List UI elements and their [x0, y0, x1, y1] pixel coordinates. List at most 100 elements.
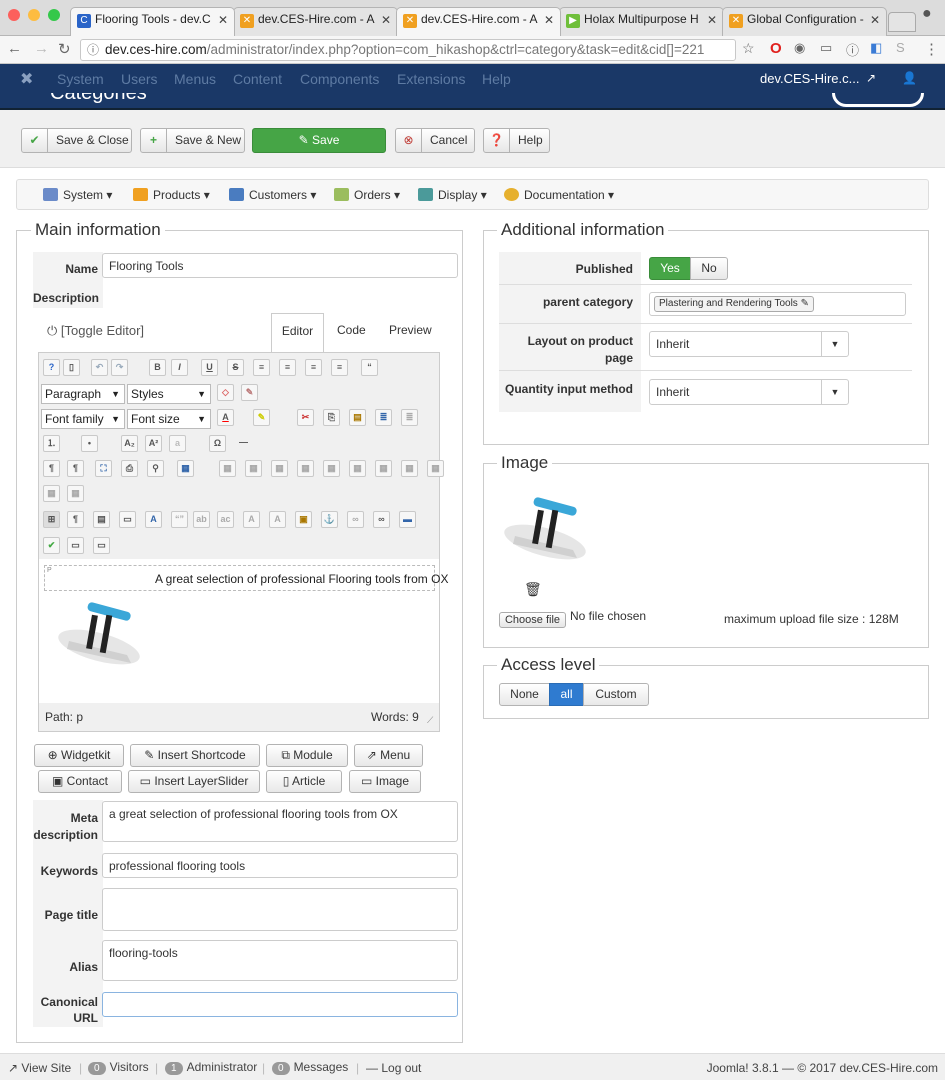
italic-icon[interactable]: I [171, 359, 188, 376]
view-site-link[interactable]: ↗ View Site [8, 1061, 71, 1075]
special-char-icon[interactable]: Ω [209, 435, 226, 452]
layer-icon[interactable]: ▭ [119, 511, 136, 528]
blockquote-icon[interactable]: “ [361, 359, 378, 376]
copy-icon[interactable]: ⎘ [323, 409, 340, 426]
hikamenu-display[interactable]: Display ▾ [418, 188, 487, 202]
tab-code[interactable]: Code [337, 323, 366, 337]
horizontal-rule-icon[interactable]: — [235, 435, 252, 452]
table-split-icon[interactable]: ▦ [427, 460, 444, 477]
insert-text-icon[interactable]: A [269, 511, 286, 528]
visitors-link[interactable]: 0 Visitors [88, 1060, 149, 1075]
access-none-button[interactable]: None [499, 683, 550, 706]
quantity-input-select[interactable]: Inherit ▼ [649, 379, 849, 405]
article-button[interactable]: ▯ Article [266, 770, 342, 793]
text-color-icon[interactable]: A [217, 409, 234, 426]
align-left-icon[interactable]: ≡ [253, 359, 270, 376]
paste-word-icon[interactable]: ≣ [401, 409, 418, 426]
tab-close-icon[interactable]: ✕ [870, 13, 880, 27]
bookmark-star-icon[interactable]: ☆ [742, 40, 755, 57]
unlink-icon[interactable]: ∞ [347, 511, 364, 528]
pencil-icon[interactable]: ✎ [801, 298, 809, 309]
table-icon[interactable]: ▦ [177, 460, 194, 477]
rtl-icon[interactable]: ¶ [67, 460, 84, 477]
keywords-input[interactable]: professional flooring tools [102, 853, 458, 878]
parent-category-tag[interactable]: Plastering and Rendering Tools ✎ [654, 296, 814, 312]
pagebreak-icon[interactable]: ▭ [67, 537, 84, 554]
browser-tab-5[interactable]: ✕ Global Configuration - ✕ [722, 7, 887, 36]
maximize-window-icon[interactable] [48, 9, 60, 21]
subscript-icon[interactable]: A₂ [121, 435, 138, 452]
save-close-button[interactable]: ✔ Save & Close [21, 128, 132, 153]
topmenu-components[interactable]: Components [300, 71, 379, 87]
topmenu-content[interactable]: Content [233, 71, 282, 87]
insert-shortcode-button[interactable]: ✎ Insert Shortcode [130, 744, 260, 767]
fullscreen-icon[interactable]: ⛶ [95, 460, 112, 477]
skype-icon[interactable]: S [896, 40, 905, 55]
eraser-icon[interactable]: ◇ [217, 384, 234, 401]
table-insert-col-after-icon[interactable]: ▦ [375, 460, 392, 477]
delete-text-icon[interactable]: A [243, 511, 260, 528]
tab-close-icon[interactable]: ✕ [381, 13, 391, 27]
menu-button[interactable]: ⇗ Menu [354, 744, 423, 767]
hikamenu-system[interactable]: System ▾ [43, 188, 112, 202]
url-input[interactable]: ⓘ dev.ces-hire.com/administrator/index.p… [80, 39, 736, 61]
insert-layerslider-button[interactable]: ▭ Insert LayerSlider [128, 770, 260, 793]
align-center-icon[interactable]: ≡ [279, 359, 296, 376]
save-new-button[interactable]: + Save & New [140, 128, 245, 153]
align-justify-icon[interactable]: ≡ [331, 359, 348, 376]
paste-text-icon[interactable]: ≣ [375, 409, 392, 426]
tab-close-icon[interactable]: ✕ [707, 13, 717, 27]
template-icon[interactable]: ▤ [93, 511, 110, 528]
back-icon[interactable]: ← [7, 40, 22, 57]
tab-close-icon[interactable]: ✕ [544, 13, 554, 27]
table-insert-row-after-icon[interactable]: ▦ [297, 460, 314, 477]
table-merge-icon[interactable]: ▦ [43, 485, 60, 502]
acronym-icon[interactable]: ac [217, 511, 234, 528]
browser-tab-1[interactable]: C Flooring Tools - dev.C ✕ [70, 7, 235, 36]
browser-tab-2[interactable]: ✕ dev.CES-Hire.com - A ✕ [233, 7, 398, 36]
table-delete-icon[interactable]: ▦ [67, 485, 84, 502]
parent-category-input[interactable]: Plastering and Rendering Tools ✎ [649, 292, 906, 316]
topmenu-extensions[interactable]: Extensions [397, 71, 465, 87]
topmenu-menus[interactable]: Menus [174, 71, 216, 87]
module-button[interactable]: ⧉ Module [266, 744, 348, 767]
minimize-window-icon[interactable] [28, 9, 40, 21]
align-right-icon[interactable]: ≡ [305, 359, 322, 376]
logout-link[interactable]: — Log out [366, 1061, 421, 1075]
new-document-icon[interactable]: ▯ [63, 359, 80, 376]
editor-content-area[interactable]: P A great selection of professional Floo… [39, 559, 448, 703]
user-icon[interactable]: 👤 [902, 71, 917, 85]
highlight-color-icon[interactable]: ✎ [253, 409, 270, 426]
forward-icon[interactable]: → [34, 40, 49, 57]
canonical-url-input[interactable] [102, 992, 458, 1017]
attributes-icon[interactable]: ▣ [295, 511, 312, 528]
tab-editor[interactable]: Editor [271, 313, 324, 353]
tab-preview[interactable]: Preview [389, 323, 432, 337]
published-yes-button[interactable]: Yes [649, 257, 691, 280]
published-no-button[interactable]: No [690, 257, 728, 280]
cite-icon[interactable]: “” [171, 511, 188, 528]
toggle-editor-link[interactable]: ⏻ [Toggle Editor] [47, 323, 144, 339]
profile-icon[interactable]: ● [922, 5, 932, 23]
joomla-logo-icon[interactable]: ✖ [20, 69, 33, 89]
hikamenu-customers[interactable]: Customers ▾ [229, 188, 316, 202]
alias-textarea[interactable]: flooring-tools [102, 940, 458, 981]
contact-button[interactable]: ▣ Contact [38, 770, 122, 793]
topmenu-help[interactable]: Help [482, 71, 511, 87]
font-size-select[interactable]: Font size ▼ [127, 409, 211, 429]
opera-icon[interactable]: O [770, 40, 782, 57]
superscript-icon[interactable]: A² [145, 435, 162, 452]
page-title-textarea[interactable] [102, 888, 458, 931]
help-circle-icon[interactable]: ? [43, 359, 60, 376]
text-case-icon[interactable]: a [169, 435, 186, 452]
bullet-list-icon[interactable]: • [81, 435, 98, 452]
paste-icon[interactable]: ▤ [349, 409, 366, 426]
hikamenu-products[interactable]: Products ▾ [133, 188, 210, 202]
access-custom-button[interactable]: Custom [583, 683, 649, 706]
browser-tab-4[interactable]: ▶ Holax Multipurpose H ✕ [559, 7, 724, 36]
anchor-icon[interactable]: ⚓ [321, 511, 338, 528]
site-link[interactable]: dev.CES-Hire.c... [760, 71, 859, 86]
resize-handle-icon[interactable]: ⟋ [427, 715, 433, 726]
ltr-icon[interactable]: ¶ [43, 460, 60, 477]
extension-icon[interactable]: ◉ [794, 40, 805, 56]
